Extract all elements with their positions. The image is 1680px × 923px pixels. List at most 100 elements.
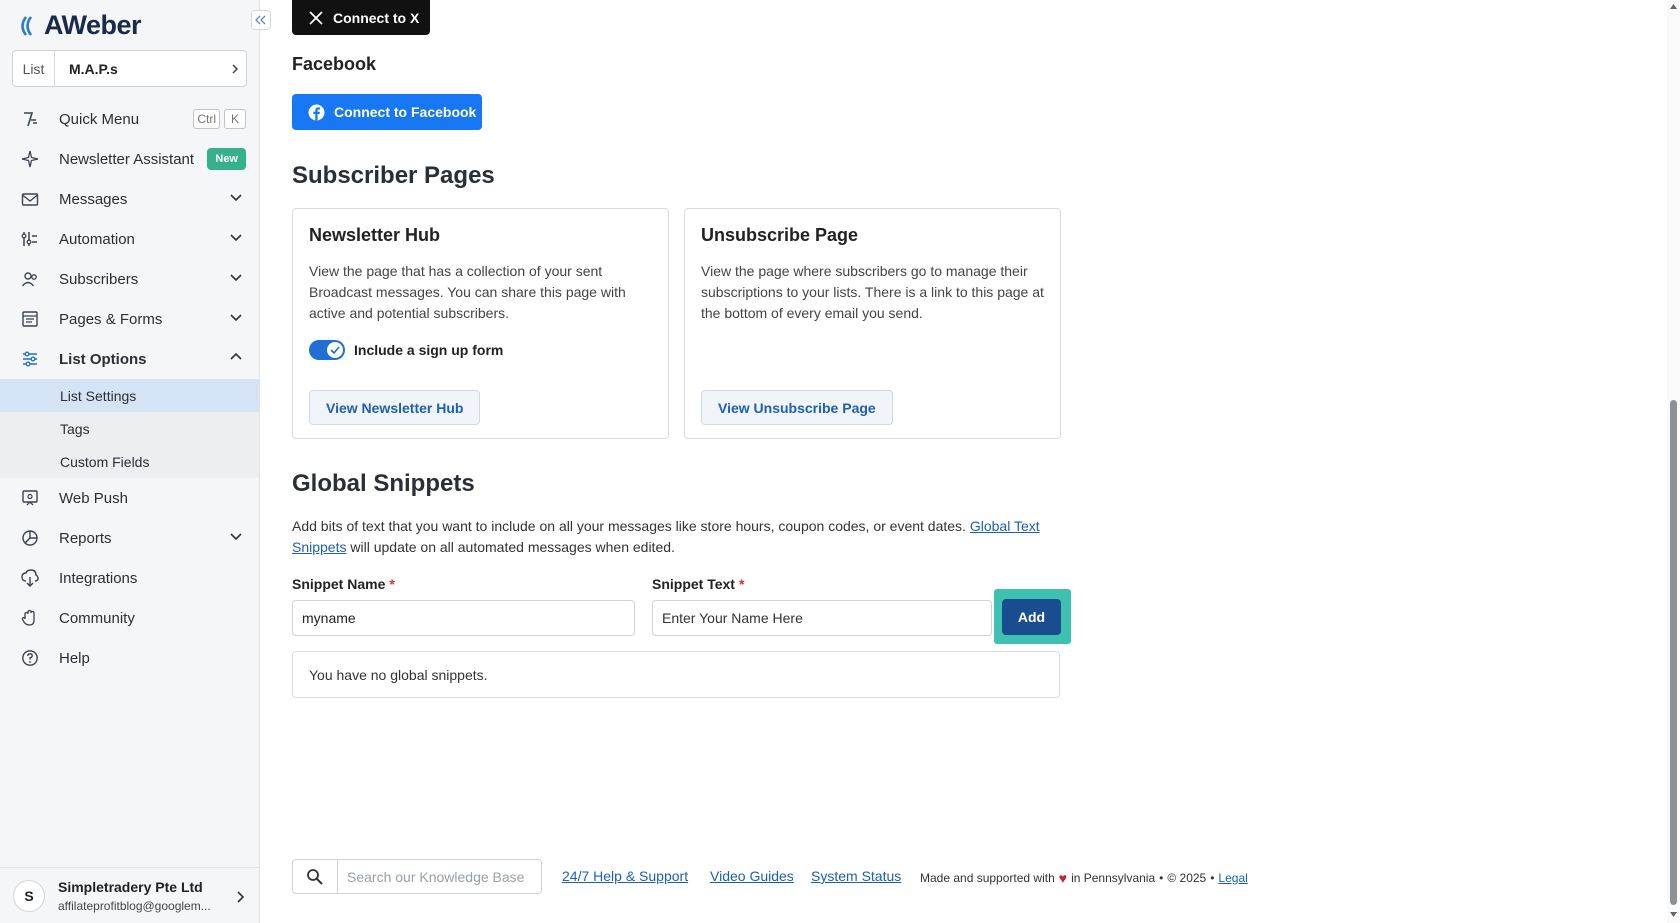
account-email: affilateprofitblog@googlem... [58, 898, 211, 913]
keyboard-shortcut: Ctrl K [193, 109, 246, 129]
chevron-down-icon [230, 531, 242, 541]
chevron-down-icon [230, 192, 242, 202]
connect-to-x-button[interactable]: Connect to X [292, 0, 430, 35]
kbd-k: K [224, 109, 246, 129]
main-content: Connect to X Facebook Connect to Faceboo… [292, 0, 1652, 923]
unsubscribe-page-card: Unsubscribe Page View the page where sub… [684, 208, 1061, 439]
account-switcher[interactable]: S Simpletradery Pte Ltd affilateprofitbl… [0, 867, 259, 923]
toggle-knob [327, 342, 343, 358]
snippet-text-label: Snippet Text * [652, 576, 744, 592]
video-guides-link[interactable]: Video Guides [710, 868, 794, 884]
sidebar-item-label: List Options [59, 350, 147, 368]
sidebar-subitem-list-settings[interactable]: List Settings [0, 379, 259, 412]
chevron-down-icon [230, 272, 242, 282]
system-status-link[interactable]: System Status [811, 868, 901, 884]
view-unsubscribe-page-button[interactable]: View Unsubscribe Page [701, 390, 893, 425]
x-logo-icon [309, 10, 323, 25]
sidebar-item-integrations[interactable]: Integrations [0, 558, 259, 598]
scrollbar-thumb[interactable] [1670, 400, 1677, 905]
snippet-text-label-text: Snippet Text [652, 576, 735, 592]
sidebar-item-automation[interactable]: Automation [0, 219, 259, 259]
list-picker[interactable]: List M.A.P.s [12, 50, 247, 87]
facebook-heading: Facebook [292, 54, 377, 74]
global-snippets-description-text: Add bits of text that you want to includ… [292, 518, 966, 534]
made-in-text: in Pennsylvania [1071, 871, 1156, 885]
sidebar-item-quick-menu[interactable]: Quick Menu Ctrl K [0, 99, 259, 139]
newsletter-hub-description: View the page that has a collection of y… [309, 263, 626, 321]
snippet-name-input[interactable]: myname [292, 600, 635, 636]
automation-icon [20, 229, 40, 249]
sidebar-item-label: Quick Menu [59, 110, 140, 128]
unsubscribe-page-description: View the page where subscribers go to ma… [701, 263, 1044, 321]
envelope-icon [20, 189, 40, 209]
chevron-up-icon [230, 352, 242, 362]
unsubscribe-page-title: Unsubscribe Page [701, 225, 859, 245]
sign-up-form-toggle[interactable] [309, 340, 345, 360]
sliders-icon [20, 349, 40, 369]
sidebar-subitem-tags[interactable]: Tags [0, 412, 259, 445]
required-mark: * [738, 576, 745, 592]
sidebar-item-newsletter-assistant[interactable]: Newsletter Assistant New [0, 139, 259, 179]
heart-icon: ♥ [1058, 870, 1068, 886]
legal-link[interactable]: Legal [1218, 871, 1247, 885]
newsletter-hub-card: Newsletter Hub View the page that has a … [292, 208, 669, 439]
quick-menu-icon [20, 109, 40, 129]
copyright-text: © 2025 [1167, 871, 1207, 885]
knowledge-base-search-input[interactable]: Search our Knowledge Base [338, 860, 541, 893]
sidebar-item-pages-forms[interactable]: Pages & Forms [0, 299, 259, 339]
list-picker-value: M.A.P.s [69, 60, 118, 77]
sidebar-item-label: Integrations [59, 569, 138, 587]
scroll-down-arrow-icon[interactable] [1669, 910, 1678, 919]
sidebar-subitem-custom-fields[interactable]: Custom Fields [0, 445, 259, 478]
double-chevron-left-icon [255, 15, 266, 25]
connect-to-facebook-label: Connect to Facebook [334, 104, 477, 120]
integrations-icon [20, 568, 40, 588]
sidebar-item-label: Pages & Forms [59, 310, 163, 328]
snippet-text-input[interactable]: Enter Your Name Here [652, 600, 992, 636]
add-snippet-button[interactable]: Add [1002, 599, 1061, 635]
sidebar-item-reports[interactable]: Reports [0, 518, 259, 558]
aweber-logo[interactable]: AWeber [16, 10, 142, 41]
sign-up-form-toggle-label: Include a sign up form [354, 342, 504, 358]
logo-text: AWeber [44, 10, 142, 40]
sidebar-item-label: Web Push [59, 489, 128, 507]
sidebar-item-subscribers[interactable]: Subscribers [0, 259, 259, 299]
pie-chart-icon [20, 528, 40, 548]
hand-wave-icon [20, 608, 40, 628]
account-name: Simpletradery Pte Ltd [58, 878, 203, 895]
sidebar-item-help[interactable]: Help [0, 638, 259, 678]
chevron-down-icon [230, 232, 242, 242]
required-mark: * [389, 576, 395, 592]
list-picker-label: List [13, 51, 55, 86]
kbd-ctrl: Ctrl [193, 109, 220, 129]
snippet-name-label: Snippet Name * [292, 576, 395, 592]
sidebar-item-list-options[interactable]: List Options [0, 339, 259, 379]
collapse-sidebar-button[interactable] [251, 10, 271, 30]
help-circle-icon [20, 648, 40, 668]
connect-to-x-label: Connect to X [333, 9, 420, 26]
avatar: S [13, 879, 45, 912]
sidebar-item-web-push[interactable]: Web Push [0, 478, 259, 518]
sidebar-item-messages[interactable]: Messages [0, 179, 259, 219]
sidebar-item-label: Help [59, 649, 90, 667]
aweber-waves-icon [21, 15, 33, 36]
footer-made-with: Made and supported with ♥ in Pennsylvani… [920, 870, 1248, 886]
list-options-submenu: List Settings Tags Custom Fields [0, 379, 259, 478]
scroll-up-arrow-icon[interactable] [1669, 2, 1678, 11]
help-support-link[interactable]: 24/7 Help & Support [562, 868, 688, 884]
sidebar-item-label: Newsletter Assistant [59, 150, 195, 168]
snippet-name-label-text: Snippet Name [292, 576, 386, 592]
connect-to-facebook-button[interactable]: Connect to Facebook [292, 94, 482, 130]
global-snippets-heading: Global Snippets [292, 470, 475, 497]
sidebar-item-label: Reports [59, 529, 112, 547]
subscriber-pages-heading: Subscriber Pages [292, 162, 495, 189]
view-newsletter-hub-button[interactable]: View Newsletter Hub [309, 390, 481, 425]
footer-separator: • [1210, 871, 1215, 885]
sidebar-item-community[interactable]: Community [0, 598, 259, 638]
facebook-logo-icon [308, 104, 325, 120]
sparkle-icon [20, 149, 40, 169]
sidebar-item-label: Subscribers [59, 270, 139, 288]
knowledge-base-search[interactable]: Search our Knowledge Base [292, 859, 542, 894]
sidebar-item-label: Messages [59, 190, 128, 208]
search-icon[interactable] [293, 860, 338, 893]
